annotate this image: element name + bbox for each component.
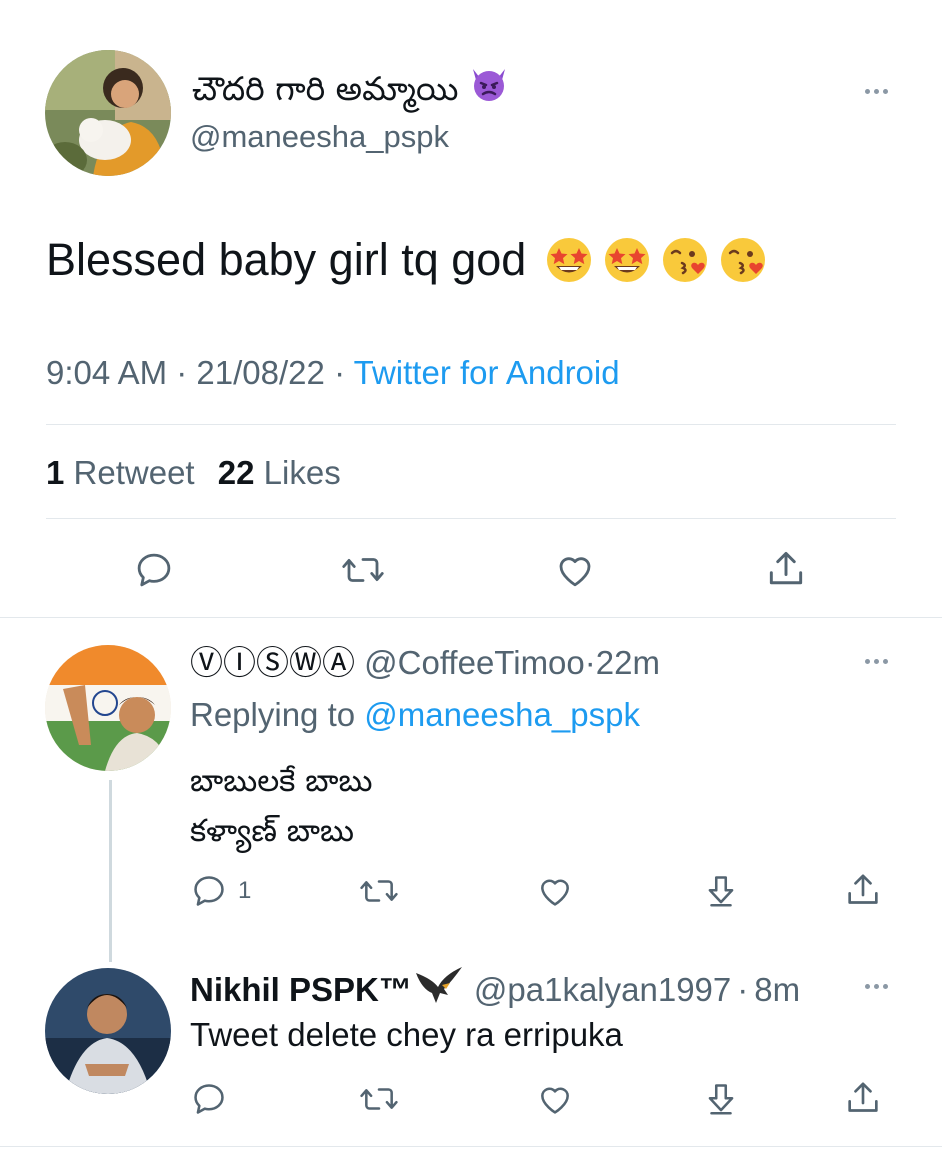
- replying-to-label: Replying to: [190, 696, 356, 733]
- user-handle[interactable]: @pa1kalyan1997: [474, 969, 731, 1011]
- replying-to-handle-link[interactable]: @maneesha_pspk: [364, 696, 640, 733]
- retweet-label: Retweet: [73, 454, 195, 491]
- retweet-button[interactable]: [358, 1080, 400, 1118]
- like-button[interactable]: [553, 549, 597, 591]
- kissing-heart-icon: [663, 238, 708, 282]
- reply-time[interactable]: 22m: [596, 644, 660, 681]
- share-icon: [848, 1082, 878, 1112]
- tweet-date[interactable]: 21/08/22: [196, 354, 324, 391]
- user-handle[interactable]: @CoffeeTimoo: [364, 644, 585, 681]
- reply-header: ⓋⒾⓈⓌⒶ @CoffeeTimoo·22m: [190, 642, 660, 684]
- reply-text: బాబులకే బాబు కళ్యాణ్ బాబు: [190, 756, 372, 856]
- more-options-icon[interactable]: [858, 651, 894, 671]
- reply-icon: [137, 553, 171, 587]
- star-struck-icon: [605, 238, 650, 282]
- share-icon: [848, 874, 878, 904]
- arrow-down-icon: [708, 1084, 734, 1115]
- retweet-icon: [360, 1088, 398, 1110]
- user-handle[interactable]: @maneesha_pspk: [190, 118, 449, 156]
- tweet-source-link[interactable]: Twitter for Android: [354, 354, 620, 391]
- save-tweet-button[interactable]: [702, 1080, 740, 1118]
- reply-text: Tweet delete chey ra erripuka: [190, 1016, 623, 1053]
- avatar[interactable]: [45, 50, 171, 176]
- tweet-time[interactable]: 9:04 AM: [46, 354, 167, 391]
- heart-icon: [541, 879, 569, 906]
- reply-button[interactable]: [190, 1080, 228, 1118]
- more-options-icon[interactable]: [858, 81, 894, 101]
- share-button[interactable]: [843, 870, 883, 910]
- like-button[interactable]: [535, 872, 575, 910]
- save-tweet-button[interactable]: [702, 872, 740, 910]
- replying-to: Replying to @maneesha_pspk: [190, 694, 640, 736]
- share-button[interactable]: [764, 547, 808, 591]
- tweet-text: Blessed baby girl tq god: [46, 232, 768, 288]
- like-label: Likes: [263, 454, 341, 491]
- display-name-text: చౌదరి గారి అమ్మాయి: [192, 68, 459, 108]
- divider: [46, 518, 896, 519]
- display-name[interactable]: చౌదరి గారి అమ్మాయి: [192, 66, 508, 111]
- avatar[interactable]: [45, 968, 171, 1094]
- tweet-timestamp: 9:04 AM · 21/08/22 · Twitter for Android: [46, 352, 620, 394]
- separator-dot: ·: [176, 354, 188, 391]
- retweet-button[interactable]: [340, 549, 386, 591]
- reply-header: Nikhil PSPK™ @pa1kalyan1997 · 8m: [190, 965, 800, 1015]
- avatar-image: [45, 645, 171, 771]
- reply-button[interactable]: [133, 549, 175, 591]
- reply-time[interactable]: 8m: [754, 969, 800, 1011]
- retweet-button[interactable]: [358, 872, 400, 910]
- likes-stat[interactable]: 22 Likes: [218, 454, 341, 491]
- share-button[interactable]: [843, 1078, 883, 1118]
- star-struck-icon: [547, 238, 592, 282]
- reply-text-line: బాబులకే బాబు: [190, 763, 373, 799]
- retweet-count: 1: [46, 454, 65, 491]
- separator-dot: ·: [584, 644, 596, 681]
- tweet-stats: 1 Retweet 22 Likes: [46, 452, 341, 494]
- like-button[interactable]: [535, 1080, 575, 1118]
- arrow-down-icon: [708, 876, 734, 907]
- more-options-icon[interactable]: [858, 976, 894, 996]
- tweet-text-content: Blessed baby girl tq god: [46, 234, 527, 285]
- retweets-stat[interactable]: 1 Retweet: [46, 454, 195, 491]
- eagle-icon: [414, 965, 464, 1015]
- like-count: 22: [217, 454, 255, 491]
- display-name[interactable]: Nikhil PSPK™: [190, 969, 412, 1011]
- separator-dot: ·: [334, 354, 346, 391]
- tweet-emojis: [544, 235, 768, 285]
- heart-icon: [541, 1087, 569, 1114]
- display-name[interactable]: ⓋⒾⓈⓌⒶ: [190, 643, 355, 682]
- divider: [46, 424, 896, 425]
- share-icon: [769, 551, 803, 585]
- divider: [0, 617, 942, 618]
- avatar[interactable]: [45, 645, 171, 771]
- avatar-image: [45, 50, 171, 176]
- reply-icon: [194, 1084, 224, 1114]
- separator-dot: ·: [737, 971, 749, 1008]
- reply-count: 1: [238, 877, 252, 904]
- reply-button[interactable]: 1: [190, 872, 251, 910]
- reply-icon: [194, 876, 224, 906]
- thread-connector-line: [109, 780, 112, 962]
- avatar-image: [45, 968, 171, 1094]
- reply-text-line: కళ్యాణ్ బాబు: [190, 813, 354, 849]
- smiling-devil-icon: [470, 66, 508, 111]
- heart-icon: [559, 557, 591, 587]
- retweet-icon: [360, 880, 398, 902]
- divider: [0, 1146, 942, 1147]
- kissing-heart-icon: [721, 238, 766, 282]
- retweet-icon: [342, 558, 384, 582]
